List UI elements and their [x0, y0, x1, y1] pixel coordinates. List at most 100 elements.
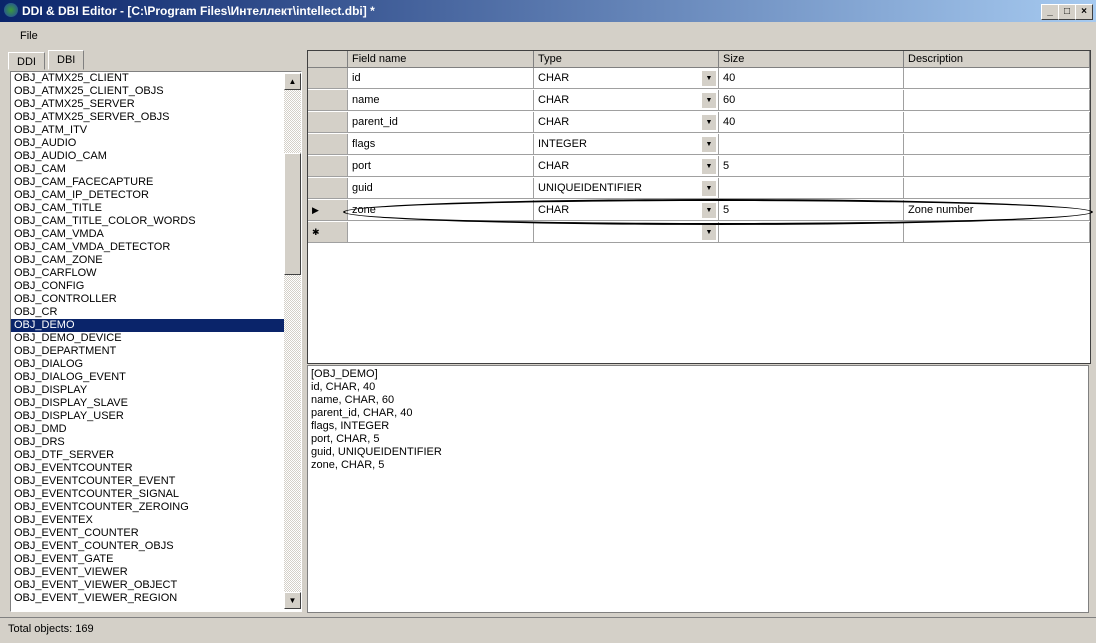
- field-name-cell[interactable]: [348, 222, 534, 243]
- object-list-item[interactable]: OBJ_EVENT_VIEWER_OBJECT: [11, 579, 284, 592]
- row-header[interactable]: ✱: [308, 222, 348, 243]
- description-cell[interactable]: [904, 222, 1090, 243]
- field-name-cell[interactable]: port: [348, 156, 534, 177]
- object-list-item[interactable]: OBJ_CAM_TITLE_COLOR_WORDS: [11, 215, 284, 228]
- object-list-item[interactable]: OBJ_ATMX25_CLIENT_OBJS: [11, 85, 284, 98]
- object-list-item[interactable]: OBJ_EVENTCOUNTER_SIGNAL: [11, 488, 284, 501]
- object-list-item[interactable]: OBJ_CARFLOW: [11, 267, 284, 280]
- definition-text[interactable]: [OBJ_DEMO] id, CHAR, 40 name, CHAR, 60 pare…: [307, 365, 1089, 613]
- minimize-button[interactable]: _: [1041, 4, 1059, 20]
- object-list-item[interactable]: OBJ_CONFIG: [11, 280, 284, 293]
- object-list-item[interactable]: OBJ_DMD: [11, 423, 284, 436]
- object-list-item[interactable]: OBJ_ATMX25_SERVER_OBJS: [11, 111, 284, 124]
- chevron-down-icon[interactable]: ▼: [702, 159, 716, 174]
- type-cell[interactable]: CHAR ▼: [534, 90, 719, 111]
- object-list-item[interactable]: OBJ_DISPLAY_USER: [11, 410, 284, 423]
- list-scrollbar[interactable]: ▲ ▼: [284, 73, 301, 609]
- chevron-down-icon[interactable]: ▼: [702, 93, 716, 108]
- object-list-item[interactable]: OBJ_DIALOG_EVENT: [11, 371, 284, 384]
- row-header[interactable]: [308, 68, 348, 89]
- scroll-thumb[interactable]: [284, 153, 301, 275]
- chevron-down-icon[interactable]: ▼: [702, 181, 716, 196]
- object-list-item[interactable]: OBJ_EVENT_VIEWER: [11, 566, 284, 579]
- object-list-item[interactable]: OBJ_EVENT_VIEWER_REGION: [11, 592, 284, 605]
- table-row[interactable]: parent_id CHAR ▼ 40: [308, 112, 1090, 134]
- row-header[interactable]: [308, 156, 348, 177]
- maximize-button[interactable]: □: [1058, 4, 1076, 20]
- field-name-cell[interactable]: flags: [348, 134, 534, 155]
- field-name-cell[interactable]: id: [348, 68, 534, 89]
- description-cell[interactable]: [904, 178, 1090, 199]
- object-list-item[interactable]: OBJ_DEMO: [11, 319, 284, 332]
- object-list-item[interactable]: OBJ_AUDIO: [11, 137, 284, 150]
- field-name-cell[interactable]: parent_id: [348, 112, 534, 133]
- size-cell[interactable]: [719, 222, 904, 243]
- object-list-item[interactable]: OBJ_DEMO_DEVICE: [11, 332, 284, 345]
- col-field-name[interactable]: Field name: [348, 51, 534, 68]
- object-list-item[interactable]: OBJ_DEPARTMENT: [11, 345, 284, 358]
- col-size[interactable]: Size: [719, 51, 904, 68]
- table-row[interactable]: ✱ ▼: [308, 222, 1090, 244]
- object-list-item[interactable]: OBJ_AUDIO_CAM: [11, 150, 284, 163]
- object-list-item[interactable]: OBJ_CAM_ZONE: [11, 254, 284, 267]
- object-list-item[interactable]: OBJ_DRS: [11, 436, 284, 449]
- object-list-item[interactable]: OBJ_CAM: [11, 163, 284, 176]
- object-list-item[interactable]: OBJ_EVENT_COUNTER_OBJS: [11, 540, 284, 553]
- object-list-item[interactable]: OBJ_EVENTCOUNTER_EVENT: [11, 475, 284, 488]
- object-list-item[interactable]: OBJ_EVENTCOUNTER: [11, 462, 284, 475]
- size-cell[interactable]: 5: [719, 156, 904, 177]
- table-row[interactable]: port CHAR ▼ 5: [308, 156, 1090, 178]
- type-cell[interactable]: CHAR ▼: [534, 68, 719, 89]
- object-list-item[interactable]: OBJ_CAM_VMDA_DETECTOR: [11, 241, 284, 254]
- object-list-item[interactable]: OBJ_EVENT_GATE: [11, 553, 284, 566]
- field-name-cell[interactable]: name: [348, 90, 534, 111]
- description-cell[interactable]: [904, 112, 1090, 133]
- object-list-item[interactable]: OBJ_CAM_TITLE: [11, 202, 284, 215]
- object-list-item[interactable]: OBJ_CAM_IP_DETECTOR: [11, 189, 284, 202]
- type-cell[interactable]: ▼: [534, 222, 719, 243]
- size-cell[interactable]: 60: [719, 90, 904, 111]
- col-description[interactable]: Description: [904, 51, 1090, 68]
- row-header[interactable]: [308, 134, 348, 155]
- size-cell[interactable]: [719, 178, 904, 199]
- object-list-item[interactable]: OBJ_EVENTCOUNTER_ZEROING: [11, 501, 284, 514]
- object-list-item[interactable]: OBJ_CONTROLLER: [11, 293, 284, 306]
- col-type[interactable]: Type: [534, 51, 719, 68]
- object-list-item[interactable]: OBJ_EVENTEX: [11, 514, 284, 527]
- row-header[interactable]: [308, 90, 348, 111]
- close-button[interactable]: ×: [1075, 4, 1093, 20]
- object-list-item[interactable]: OBJ_DTF_SERVER: [11, 449, 284, 462]
- type-cell[interactable]: CHAR ▼: [534, 112, 719, 133]
- object-list-item[interactable]: OBJ_ATM_ITV: [11, 124, 284, 137]
- scroll-down-icon[interactable]: ▼: [284, 592, 301, 609]
- chevron-down-icon[interactable]: ▼: [702, 115, 716, 130]
- tab-dbi[interactable]: DBI: [48, 50, 85, 70]
- object-list-item[interactable]: OBJ_DISPLAY: [11, 384, 284, 397]
- object-list-item[interactable]: OBJ_DISPLAY_SLAVE: [11, 397, 284, 410]
- chevron-down-icon[interactable]: ▼: [702, 137, 716, 152]
- row-header[interactable]: [308, 112, 348, 133]
- scroll-up-icon[interactable]: ▲: [284, 73, 301, 90]
- tab-ddi[interactable]: DDI: [8, 52, 45, 70]
- type-cell[interactable]: UNIQUEIDENTIFIER ▼: [534, 178, 719, 199]
- object-list-item[interactable]: OBJ_CAM_VMDA: [11, 228, 284, 241]
- object-list-item[interactable]: OBJ_CAM_FACECAPTURE: [11, 176, 284, 189]
- chevron-down-icon[interactable]: ▼: [702, 71, 716, 86]
- row-header[interactable]: [308, 178, 348, 199]
- object-list-item[interactable]: OBJ_DIALOG: [11, 358, 284, 371]
- object-list-item[interactable]: OBJ_ATMX25_CLIENT: [11, 72, 284, 85]
- object-list-item[interactable]: OBJ_EVENT_COUNTER: [11, 527, 284, 540]
- size-cell[interactable]: 40: [719, 68, 904, 89]
- table-row[interactable]: id CHAR ▼ 40: [308, 68, 1090, 90]
- row-header[interactable]: ▶: [308, 200, 348, 221]
- description-cell[interactable]: [904, 134, 1090, 155]
- chevron-down-icon[interactable]: ▼: [702, 225, 716, 240]
- type-cell[interactable]: CHAR ▼: [534, 156, 719, 177]
- description-cell[interactable]: [904, 156, 1090, 177]
- table-row[interactable]: flags INTEGER ▼: [308, 134, 1090, 156]
- size-cell[interactable]: 40: [719, 112, 904, 133]
- type-cell[interactable]: INTEGER ▼: [534, 134, 719, 155]
- menu-file[interactable]: File: [20, 30, 38, 42]
- table-row[interactable]: name CHAR ▼ 60: [308, 90, 1090, 112]
- field-name-cell[interactable]: guid: [348, 178, 534, 199]
